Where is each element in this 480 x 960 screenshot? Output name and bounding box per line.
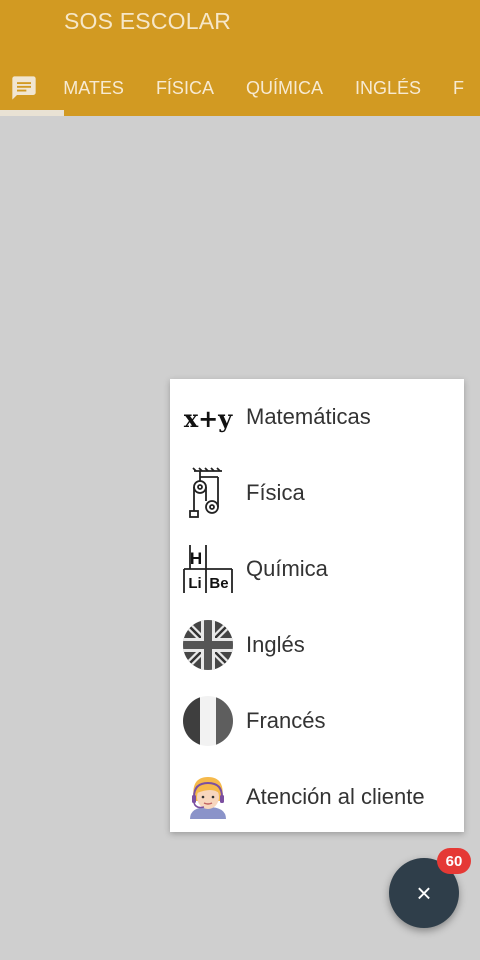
app-bar: SOS ESCOLAR MATES FÍSICA QUÍMICA INGLÉS … [0,0,480,116]
uk-flag-icon [182,619,234,671]
menu-item-quimica[interactable]: H Li Be Química [170,531,464,607]
tab-bar: MATES FÍSICA QUÍMICA INGLÉS F [0,60,480,116]
tab-fisica[interactable]: FÍSICA [140,60,230,116]
france-flag-icon [182,695,234,747]
menu-item-fisica[interactable]: Física [170,455,464,531]
menu-item-label: Física [246,480,305,505]
tab-chat[interactable] [0,60,64,116]
menu-item-label: Inglés [246,632,305,657]
menu-item-atencion-cliente[interactable]: Atención al cliente [170,759,464,835]
tab-mates[interactable]: MATES [47,60,140,116]
menu-item-matematicas[interactable]: x+y Matemáticas [170,379,464,455]
close-icon: × [416,878,432,908]
menu-item-label: Atención al cliente [246,784,425,809]
menu-item-label: Química [246,556,328,581]
tab-ingles[interactable]: INGLÉS [339,60,437,116]
math-icon: x+y [182,391,234,443]
element-h: H [190,549,202,568]
menu-item-ingles[interactable]: Inglés [170,607,464,683]
element-be: Be [209,575,228,592]
notification-badge: 60 [437,848,471,874]
tab-frances-partial[interactable]: F [437,60,480,116]
menu-item-frances[interactable]: Francés [170,683,464,759]
physics-pulley-icon [182,467,234,519]
tab-quimica[interactable]: QUÍMICA [230,60,339,116]
math-icon-text: x+y [184,404,233,433]
menu-item-label: Francés [246,708,326,733]
tab-indicator [0,110,64,116]
element-li: Li [188,575,201,592]
periodic-table-icon: H Li Be [182,543,234,595]
app-title: SOS ESCOLAR [64,8,232,34]
support-agent-icon [182,771,234,823]
chat-icon [11,76,36,100]
menu-item-label: Matemáticas [246,404,371,429]
subject-menu: x+y Matemáticas Física H Li Be Química I… [170,379,464,832]
